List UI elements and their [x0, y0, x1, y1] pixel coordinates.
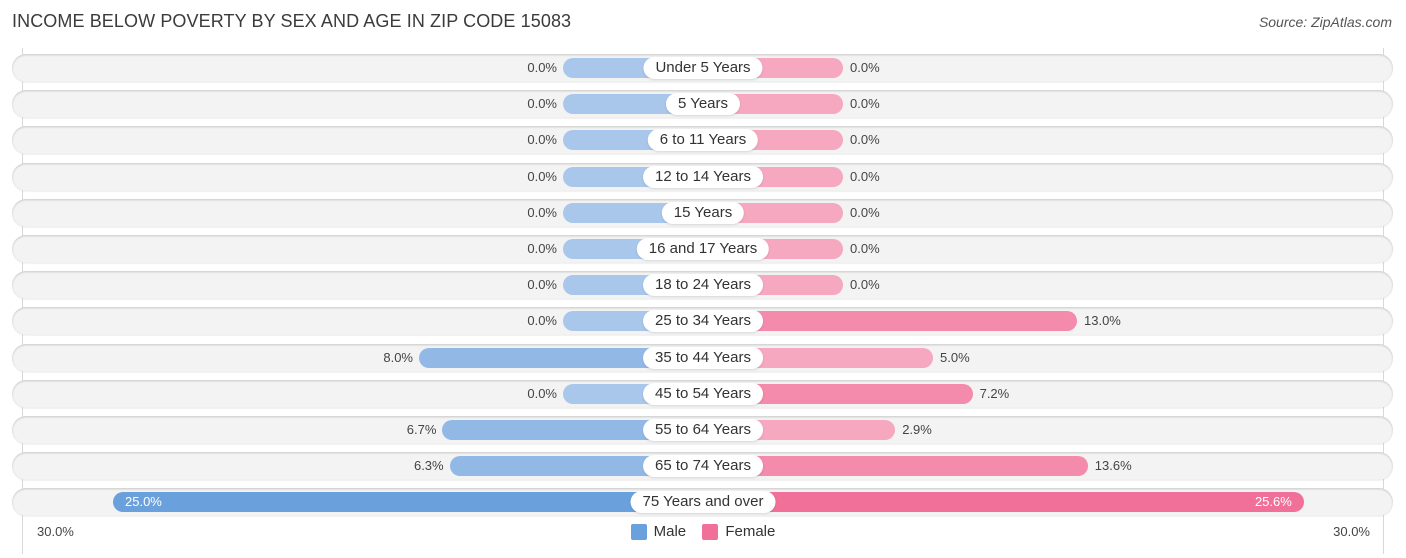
category-label: 15 Years [661, 201, 745, 224]
male-value-label: 6.7% [406, 422, 437, 437]
category-label: 5 Years [665, 93, 741, 116]
female-value-label: 0.0% [850, 204, 880, 220]
female-value-label: 0.0% [850, 132, 880, 148]
legend-item-female: Female [702, 523, 775, 540]
category-label: Under 5 Years [643, 57, 763, 79]
category-label: 12 to 14 Years [643, 165, 763, 188]
male-value-label: 25.0% [125, 494, 162, 510]
male-value-label: 0.0% [527, 96, 557, 112]
male-value-label: 6.3% [413, 458, 444, 474]
chart-title: INCOME BELOW POVERTY BY SEX AND AGE IN Z… [12, 11, 572, 31]
female-value-label: 13.6% [1094, 458, 1132, 474]
legend-female-label: Female [725, 523, 776, 540]
female-value-label: 0.0% [850, 241, 880, 256]
category-label: 25 to 34 Years [643, 310, 763, 333]
female-value-label: 5.0% [940, 349, 970, 365]
legend-item-male: Male [630, 523, 687, 540]
male-value-label: 0.0% [527, 60, 557, 75]
female-value-label: 0.0% [850, 168, 880, 184]
legend: Male Female [0, 523, 1406, 544]
female-value-label: 13.0% [1084, 313, 1121, 329]
male-value-label: 0.0% [527, 277, 557, 293]
category-label: 65 to 74 Years [643, 455, 763, 478]
category-label: 6 to 11 Years [647, 129, 759, 152]
legend-male-label: Male [653, 523, 687, 540]
category-label: 55 to 64 Years [643, 419, 763, 441]
female-value-label: 25.6% [1254, 494, 1292, 510]
category-label: 45 to 54 Years [643, 382, 763, 405]
female-value-label: 7.2% [979, 385, 1010, 401]
category-label: 35 to 44 Years [643, 346, 763, 369]
male-value-label: 0.0% [527, 241, 557, 256]
male-swatch [630, 523, 647, 540]
male-value-label: 0.0% [527, 204, 557, 220]
source-label: Source: ZipAtlas.com [1258, 14, 1392, 30]
male-value-label: 0.0% [527, 168, 557, 184]
male-value-label: 0.0% [527, 313, 557, 329]
male-value-label: 0.0% [527, 132, 557, 148]
female-value-label: 0.0% [850, 277, 880, 293]
category-label: 18 to 24 Years [643, 274, 763, 297]
male-bar [113, 492, 703, 513]
female-bar [703, 492, 1304, 513]
female-swatch [702, 523, 719, 540]
category-label: 75 Years and over [630, 491, 776, 514]
female-value-label: 0.0% [850, 60, 880, 75]
female-value-label: 2.9% [902, 422, 932, 437]
female-value-label: 0.0% [850, 96, 880, 112]
male-value-label: 8.0% [383, 349, 413, 365]
category-label: 16 and 17 Years [636, 238, 770, 260]
male-value-label: 0.0% [527, 385, 557, 401]
